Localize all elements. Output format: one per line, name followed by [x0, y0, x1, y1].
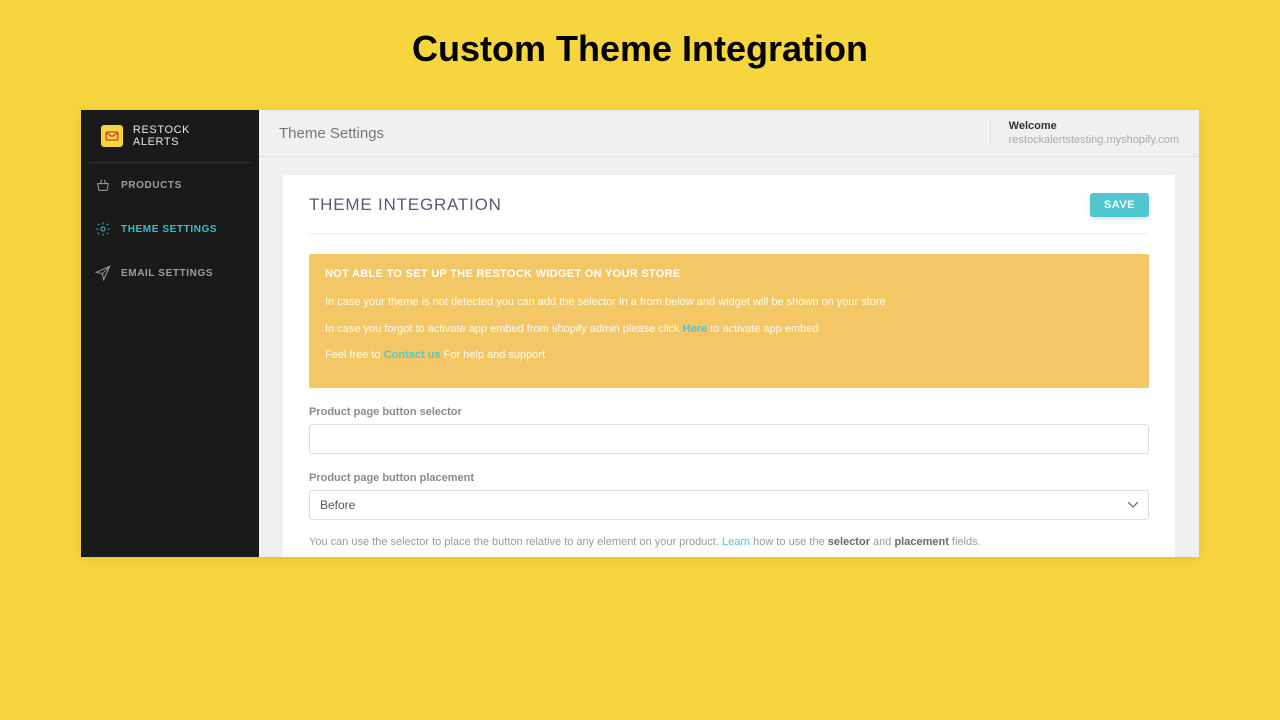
card-theme-integration: THEME INTEGRATION SAVE NOT ABLE TO SET U…	[283, 175, 1175, 557]
save-button[interactable]: SAVE	[1090, 193, 1149, 217]
basket-icon	[95, 177, 111, 193]
welcome-block: Welcome restockalertstesting.myshopify.c…	[990, 120, 1179, 146]
alert-line-2: In case you forgot to activate app embed…	[325, 321, 1133, 338]
placement-label: Product page button placement	[309, 472, 1149, 484]
welcome-label: Welcome	[1009, 120, 1179, 132]
form-group-selector: Product page button selector	[309, 406, 1149, 454]
alert-text: to activate app embed	[707, 323, 818, 335]
content: THEME INTEGRATION SAVE NOT ABLE TO SET U…	[259, 157, 1199, 557]
selector-label: Product page button selector	[309, 406, 1149, 418]
sidebar-item-theme-settings[interactable]: THEME SETTINGS	[81, 207, 259, 251]
page-title: Theme Settings	[279, 125, 384, 142]
hint-bold-placement: placement	[894, 536, 948, 548]
sidebar-item-label: PRODUCTS	[121, 180, 182, 191]
gear-icon	[95, 221, 111, 237]
mail-alert-icon	[101, 125, 123, 147]
alert-box: NOT ABLE TO SET UP THE RESTOCK WIDGET ON…	[309, 254, 1149, 388]
paper-plane-icon	[95, 265, 111, 281]
hint-span: You can use the selector to place the bu…	[309, 536, 722, 548]
app-window: RESTOCK ALERTS PRODUCTS THEME SETTINGS E…	[81, 110, 1199, 557]
topbar: Theme Settings Welcome restockalertstest…	[259, 110, 1199, 157]
alert-text: Feel free to	[325, 349, 384, 361]
card-header: THEME INTEGRATION SAVE	[309, 193, 1149, 234]
sidebar-item-label: THEME SETTINGS	[121, 224, 217, 235]
selector-input[interactable]	[309, 424, 1149, 454]
contact-us-link[interactable]: Contact us	[384, 349, 441, 361]
alert-line-1: In case your theme is not detected you c…	[325, 294, 1133, 311]
sidebar-item-label: EMAIL SETTINGS	[121, 268, 213, 279]
page-heading: Custom Theme Integration	[0, 0, 1280, 88]
sidebar-item-products[interactable]: PRODUCTS	[81, 163, 259, 207]
alert-text: In case you forgot to activate app embed…	[325, 323, 683, 335]
hint-span: how to use the	[750, 536, 828, 548]
learn-link[interactable]: Learn	[722, 536, 750, 548]
placement-select[interactable]: Before	[309, 490, 1149, 520]
brand-name: RESTOCK ALERTS	[133, 124, 239, 148]
brand: RESTOCK ALERTS	[89, 110, 251, 163]
alert-title: NOT ABLE TO SET UP THE RESTOCK WIDGET ON…	[325, 268, 1133, 280]
activate-embed-link[interactable]: Here	[683, 323, 707, 335]
hint-text: You can use the selector to place the bu…	[309, 534, 1149, 551]
hint-bold-selector: selector	[828, 536, 870, 548]
alert-line-3: Feel free to Contact us For help and sup…	[325, 347, 1133, 364]
welcome-domain: restockalertstesting.myshopify.com	[1009, 134, 1179, 146]
sidebar-item-email-settings[interactable]: EMAIL SETTINGS	[81, 251, 259, 295]
card-title: THEME INTEGRATION	[309, 195, 502, 215]
sidebar: RESTOCK ALERTS PRODUCTS THEME SETTINGS E…	[81, 110, 259, 557]
alert-text: For help and support	[441, 349, 546, 361]
hint-span: and	[870, 536, 894, 548]
hint-span: fields.	[949, 536, 981, 548]
form-group-placement: Product page button placement Before	[309, 472, 1149, 520]
main-area: Theme Settings Welcome restockalertstest…	[259, 110, 1199, 557]
